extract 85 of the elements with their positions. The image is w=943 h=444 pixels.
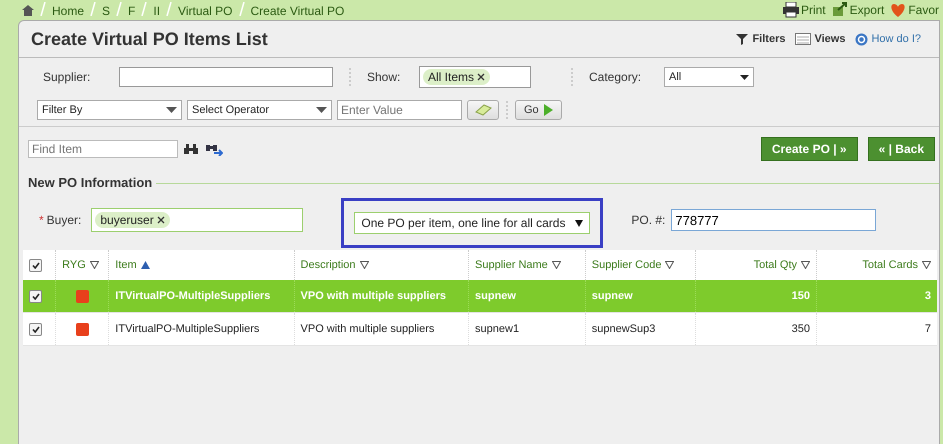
create-po-button[interactable]: Create PO | » — [760, 137, 858, 161]
toolbar-link[interactable]: Favor — [908, 3, 939, 17]
table-row[interactable]: ITVirtualPO-MultipleSuppliers VPO with multiple suppliers supnew1 supnewSup3 350 7 — [23, 312, 937, 346]
checkbox[interactable] — [29, 290, 42, 302]
find-field[interactable]: Find Item — [28, 140, 178, 158]
page-title: Create Virtual PO Items List — [31, 28, 268, 50]
filter-dropdown[interactable]: Filter By — [37, 100, 182, 120]
binoculars-arrow-icon — [205, 142, 223, 156]
field-label: Category: — [589, 70, 642, 84]
breadcrumb-link[interactable]: Create Virtual PO — [250, 4, 344, 18]
column-header[interactable]: Total Qty — [754, 259, 797, 271]
field-label: Supplier: — [42, 70, 92, 84]
check-icon — [32, 292, 40, 300]
operator-dropdown[interactable]: Select Operator — [187, 100, 332, 120]
column-header[interactable]: Supplier Name — [475, 259, 548, 271]
eraser-icon — [474, 104, 492, 116]
category-dropdown[interactable]: All — [664, 67, 754, 87]
table-cell: supnew1 — [475, 323, 520, 335]
table-cell: supnew — [475, 290, 516, 302]
check-icon — [32, 326, 40, 332]
field-label: Show: — [367, 70, 402, 84]
header-link[interactable]: Views — [814, 33, 846, 45]
close-icon — [156, 216, 165, 224]
table-cell: 7 — [924, 323, 931, 335]
close-icon — [477, 73, 486, 81]
checkbox[interactable] — [29, 258, 42, 272]
field-label: PO. #: — [631, 213, 666, 227]
filter-tag: All Items — [423, 69, 490, 85]
po-mode-dropdown[interactable]: One PO per item, one line for all cards — [354, 212, 590, 234]
caret-icon — [316, 107, 327, 113]
separator-icon — [238, 2, 245, 16]
column-header[interactable]: Supplier Code — [592, 259, 662, 271]
separator-icon — [141, 2, 148, 16]
header-link[interactable]: Filters — [752, 33, 786, 45]
toolbar-link[interactable]: Export — [850, 3, 884, 17]
value-field[interactable]: Enter Value — [337, 100, 462, 120]
column-header[interactable]: RYG — [62, 259, 86, 271]
checkbox[interactable] — [29, 322, 42, 336]
column-header[interactable]: Description — [300, 259, 356, 271]
funnel-icon — [736, 32, 750, 46]
show-field[interactable]: All Items — [419, 66, 531, 88]
toolbar-link[interactable]: Print — [800, 3, 826, 17]
table-cell: ITVirtualPO-MultipleSuppliers — [115, 290, 270, 302]
column-header[interactable]: Total Cards — [862, 259, 918, 271]
breadcrumb-link[interactable]: Home — [52, 4, 84, 18]
breadcrumb-link[interactable]: II — [153, 4, 160, 18]
heart-icon — [890, 2, 906, 18]
required-mark: * — [39, 213, 44, 227]
separator-icon — [166, 2, 172, 16]
buyer-tag: buyeruser — [95, 212, 170, 228]
home-icon — [22, 5, 34, 16]
separator-icon — [40, 2, 46, 16]
buyer-field[interactable]: buyeruser — [91, 208, 304, 232]
separator-icon — [116, 2, 122, 16]
breadcrumb-link[interactable]: Virtual PO — [178, 4, 233, 18]
table-cell: supnewSup3 — [592, 323, 656, 335]
caret-icon — [740, 74, 749, 80]
table-cell: 150 — [792, 290, 810, 302]
help-icon — [855, 32, 868, 46]
table-cell: supnew — [592, 290, 633, 302]
po-number-field[interactable]: 778777 — [671, 209, 876, 231]
play-icon — [544, 104, 553, 116]
list-icon — [795, 32, 812, 46]
caret-icon — [166, 107, 177, 113]
printer-icon — [782, 2, 799, 18]
clear-button[interactable] — [467, 100, 499, 120]
go-button[interactable]: Go — [515, 100, 562, 120]
caret-icon — [575, 220, 584, 226]
back-button[interactable]: « | Back — [868, 137, 935, 161]
table-cell: 3 — [924, 290, 931, 302]
binoculars-icon — [183, 143, 200, 155]
export-icon — [832, 2, 848, 18]
separator-icon — [90, 2, 96, 16]
supplier-field[interactable] — [119, 67, 333, 87]
check-icon — [32, 262, 40, 268]
header-link[interactable]: How do I? — [871, 33, 921, 45]
table-cell: ITVirtualPO-MultipleSuppliers — [115, 323, 260, 335]
breadcrumb-link[interactable]: S — [102, 4, 110, 18]
section-heading: New PO Information — [28, 175, 152, 190]
table-cell: 350 — [792, 323, 810, 335]
breadcrumb-link[interactable]: F — [128, 4, 136, 18]
field-label: Buyer: — [46, 213, 82, 227]
column-header[interactable]: Item — [115, 259, 137, 271]
table-cell: VPO with multiple suppliers — [300, 323, 434, 335]
table-cell: VPO with multiple suppliers — [300, 290, 446, 302]
